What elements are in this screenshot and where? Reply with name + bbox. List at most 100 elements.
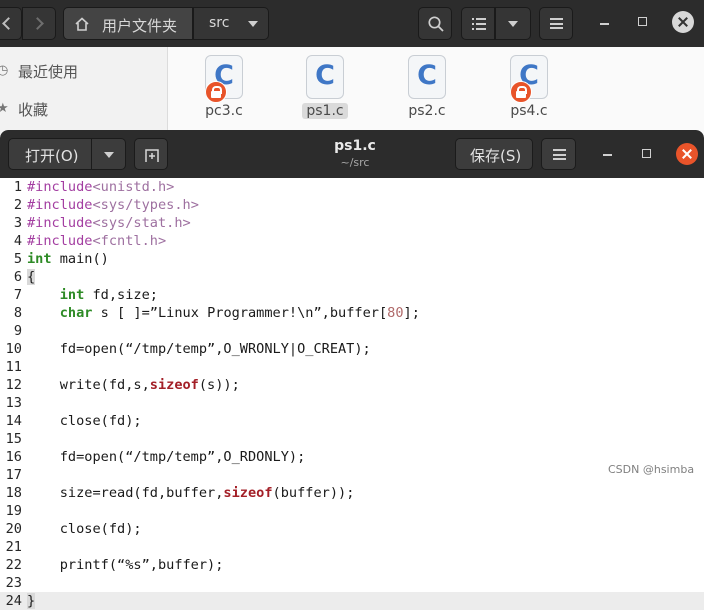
code-line[interactable]: 4 #include<fcntl.h> — [0, 232, 704, 250]
view-options-button[interactable] — [495, 7, 531, 40]
clock-icon: ◷ — [0, 63, 9, 78]
line-text: write(fd,s,sizeof(s)); — [27, 377, 240, 393]
lock-icon — [205, 81, 227, 103]
line-number: 5 — [13, 251, 22, 267]
star-icon: ★ — [0, 101, 9, 116]
sidebar-item-label: 最近使用 — [18, 63, 79, 81]
code-line[interactable]: 10 fd=open(“/tmp/temp”,O_WRONLY|O_CREAT)… — [0, 340, 704, 358]
line-text: close(fd); — [27, 521, 142, 537]
open-button-label: 打开(O) — [25, 147, 79, 165]
line-number: 18 — [5, 485, 22, 501]
maximize-icon[interactable] — [642, 149, 651, 158]
code-line[interactable]: 3 #include<sys/stat.h> — [0, 214, 704, 232]
minimize-icon[interactable] — [603, 154, 612, 156]
file-manager-menu-button[interactable] — [539, 7, 573, 40]
code-line[interactable]: 21 — [0, 538, 704, 556]
line-number: 19 — [5, 503, 22, 519]
file-name: ps2.c — [408, 103, 446, 119]
line-text: #include<unistd.h> — [27, 179, 175, 195]
line-text: int main() — [27, 251, 109, 267]
file-item[interactable]: C pc3.c — [184, 55, 264, 125]
code-line[interactable]: 17 — [0, 466, 704, 484]
c-source-file-icon: C — [408, 55, 446, 99]
code-line[interactable]: 7 int fd,size; — [0, 286, 704, 304]
chevron-down-icon — [248, 21, 258, 27]
save-button-label: 保存(S) — [470, 147, 522, 165]
new-tab-icon — [145, 149, 159, 162]
hamburger-icon — [550, 18, 563, 29]
c-source-file-icon: C — [306, 55, 344, 99]
path-home-label: 用户文件夹 — [102, 17, 178, 35]
document-path: ~/src — [340, 156, 370, 169]
path-current-label: src — [209, 15, 230, 31]
forward-button[interactable] — [22, 7, 56, 40]
open-recent-dropdown[interactable] — [92, 138, 126, 170]
file-item[interactable]: C ps4.c — [489, 55, 569, 125]
close-icon[interactable] — [672, 11, 694, 33]
line-number: 14 — [5, 413, 22, 429]
line-text: #include<sys/types.h> — [27, 197, 199, 213]
line-number: 3 — [13, 215, 22, 231]
file-name: pc3.c — [205, 103, 243, 119]
text-editor-window: 打开(O) ps1.c ~/src 保存(S) 1 #include<unistd… — [0, 130, 704, 614]
maximize-icon[interactable] — [638, 17, 647, 26]
code-line[interactable]: 24} — [0, 592, 704, 610]
code-line[interactable]: 1 #include<unistd.h> — [0, 178, 704, 196]
code-line[interactable]: 11 — [0, 358, 704, 376]
code-line[interactable]: 5 int main() — [0, 250, 704, 268]
code-line[interactable]: 14 close(fd); — [0, 412, 704, 430]
line-text: #include<fcntl.h> — [27, 233, 167, 249]
code-line[interactable]: 9 — [0, 322, 704, 340]
line-number: 1 — [13, 179, 22, 195]
code-line[interactable]: 15 — [0, 430, 704, 448]
minimize-icon[interactable] — [600, 23, 609, 25]
file-item[interactable]: C ps2.c — [387, 55, 467, 125]
back-button[interactable] — [0, 7, 22, 40]
path-button-home[interactable]: 用户文件夹 — [63, 7, 193, 40]
sidebar-item-starred[interactable]: ★ 收藏 — [0, 97, 168, 121]
line-number: 2 — [13, 197, 22, 213]
save-button[interactable]: 保存(S) — [455, 138, 533, 170]
line-number: 12 — [5, 377, 22, 393]
file-manager-sidebar: ◷ 最近使用 ★ 收藏 — [0, 47, 168, 137]
line-text: int fd,size; — [59, 287, 158, 303]
file-item-selected[interactable]: C ps1.c — [285, 55, 365, 125]
line-number: 24 — [5, 593, 22, 609]
close-icon[interactable] — [676, 143, 698, 165]
code-line[interactable]: 12 write(fd,s,sizeof(s)); — [0, 376, 704, 394]
hamburger-icon — [553, 149, 566, 160]
line-text: { — [27, 269, 36, 285]
code-line[interactable]: 23 — [0, 574, 704, 592]
path-button-src[interactable]: src — [193, 7, 269, 40]
code-line[interactable]: 2 #include<sys/types.h> — [0, 196, 704, 214]
list-view-button[interactable] — [461, 7, 495, 40]
line-number: 22 — [5, 557, 22, 573]
file-grid: C pc3.c C ps1.c C ps2.c C ps4.c — [169, 47, 704, 137]
line-number: 4 — [13, 233, 22, 249]
new-tab-button[interactable] — [134, 138, 168, 170]
open-button[interactable]: 打开(O) — [8, 138, 92, 170]
search-icon — [428, 16, 444, 32]
sidebar-item-recent[interactable]: ◷ 最近使用 — [0, 59, 168, 83]
line-number: 17 — [5, 467, 22, 483]
search-button[interactable] — [418, 7, 452, 40]
home-icon — [75, 17, 89, 31]
line-number: 11 — [5, 359, 22, 375]
code-lines: 1 #include<unistd.h> 2 #include<sys/types.h… — [0, 178, 704, 610]
code-line[interactable]: 18 size=read(fd,buffer,sizeof(buffer)); — [0, 484, 704, 502]
code-line[interactable]: 20 close(fd); — [0, 520, 704, 538]
line-text: fd=open(“/tmp/temp”,O_WRONLY|O_CREAT); — [27, 341, 371, 357]
code-line[interactable]: 16 fd=open(“/tmp/temp”,O_RDONLY); — [0, 448, 704, 466]
line-text: #include<sys/stat.h> — [27, 215, 191, 231]
code-editor[interactable]: 1 #include<unistd.h> 2 #include<sys/types.h… — [0, 178, 704, 614]
line-number: 8 — [13, 305, 22, 321]
editor-menu-button[interactable] — [541, 138, 576, 170]
line-number: 10 — [5, 341, 22, 357]
code-line[interactable]: 8 char s [ ]=”Linux Programmer!\n”,buffe… — [0, 304, 704, 322]
code-line[interactable]: 13 — [0, 394, 704, 412]
code-line[interactable]: 19 — [0, 502, 704, 520]
code-line[interactable]: 22 printf(“%s”,buffer); — [0, 556, 704, 574]
code-line[interactable]: 6{ — [0, 268, 704, 286]
chevron-down-icon — [508, 21, 518, 27]
chevron-left-icon — [2, 17, 15, 30]
